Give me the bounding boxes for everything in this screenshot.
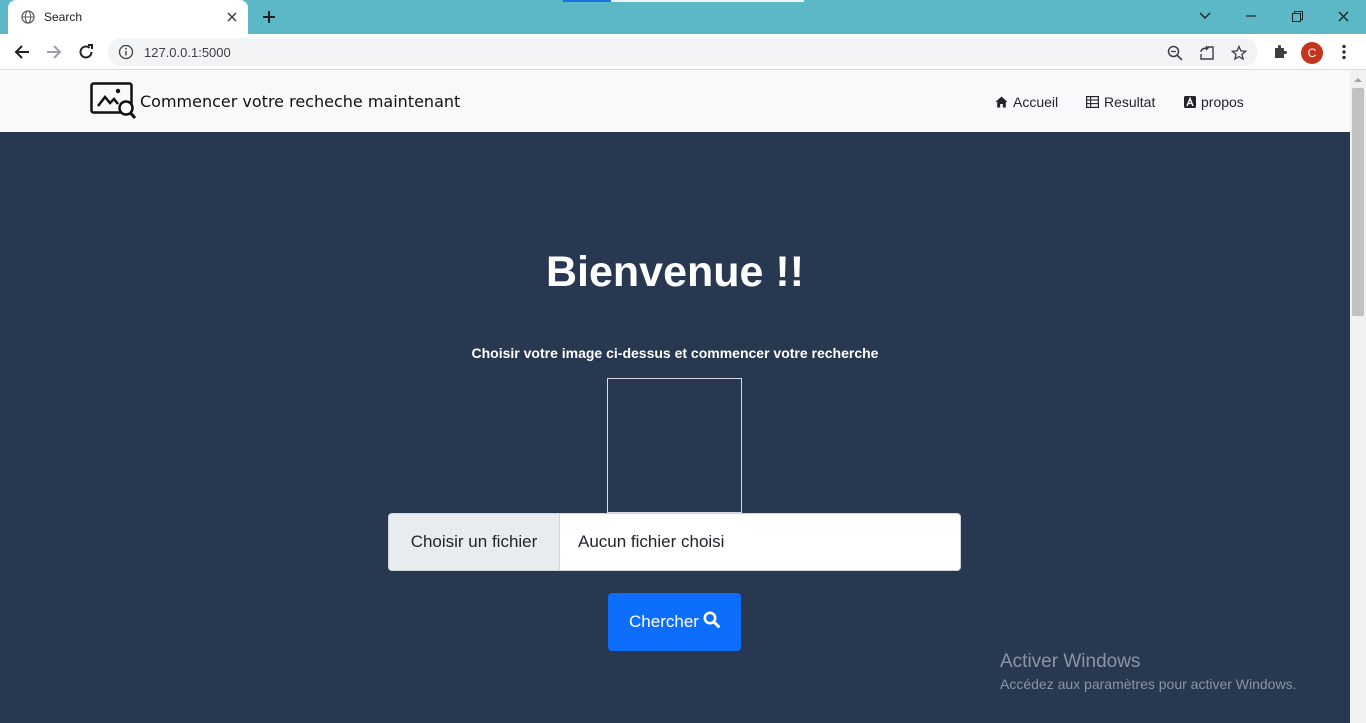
puzzle-icon[interactable] [1268,40,1292,64]
back-arrow-icon[interactable] [8,38,36,66]
file-name-display: Aucun fichier choisi [578,532,725,551]
search-button-label: Chercher [629,612,699,631]
page-subtitle: Choisir votre image ci-dessus et commenc… [471,345,879,361]
nav-link-resultat[interactable]: Resultat [1086,94,1155,110]
share-icon[interactable] [1198,44,1216,62]
choose-file-button[interactable]: Choisir un fichier [389,514,560,570]
page-title: Bienvenue !! [545,248,805,296]
nav-link-label: propos [1201,94,1244,110]
globe-icon [20,9,36,25]
kebab-menu-icon[interactable] [1332,40,1356,64]
chevron-down-icon[interactable] [1190,4,1220,28]
table-icon [1086,96,1099,108]
file-input[interactable]: Choisir un fichier Aucun fichier choisi [388,513,961,571]
tabstrip-indicator-light [611,0,804,2]
forward-arrow-icon[interactable] [40,38,68,66]
home-icon [995,96,1008,108]
plus-icon[interactable] [258,6,280,28]
image-preview [607,378,742,513]
address-bar[interactable]: 127.0.0.1:5000 [108,38,1258,66]
watermark-subtitle: Accédez aux paramètres pour activer Wind… [1000,676,1297,692]
browser-tabstrip: Search [0,0,1366,34]
restore-icon[interactable] [1282,4,1312,28]
browser-tab[interactable]: Search [8,0,248,34]
nav-link-propos[interactable]: propos [1184,94,1244,110]
nav-link-label: Accueil [1013,94,1059,110]
nav-link-label: Resultat [1104,94,1156,110]
window-close-icon[interactable] [1328,4,1358,28]
browser-toolbar: 127.0.0.1:5000 [0,34,1366,70]
watermark-title: Activer Windows [1000,651,1141,672]
windows-activation-watermark: Activer Windows Accédez aux paramètres p… [1000,651,1296,692]
reload-icon[interactable] [72,38,100,66]
search-button[interactable]: Chercher [608,593,741,651]
minimize-icon[interactable] [1236,4,1266,28]
tab-title: Search [44,10,83,24]
nav-link-accueil[interactable]: Accueil [995,94,1058,110]
star-icon[interactable] [1230,44,1248,62]
font-icon [1184,96,1196,108]
close-icon[interactable] [222,7,242,27]
scroll-up-arrow-icon[interactable] [1353,72,1363,82]
url-text: 127.0.0.1:5000 [144,44,231,60]
scrollbar-thumb[interactable] [1352,88,1364,316]
brand-text: Commencer votre recheche maintenant [140,91,461,111]
tabstrip-indicator [563,0,611,2]
zoom-icon[interactable] [1166,44,1184,62]
search-icon [703,611,720,633]
profile-avatar[interactable]: C [1301,42,1323,64]
info-icon[interactable] [118,44,134,60]
image-search-logo-icon [90,82,137,120]
brand[interactable]: Commencer votre recheche maintenant [90,82,460,120]
